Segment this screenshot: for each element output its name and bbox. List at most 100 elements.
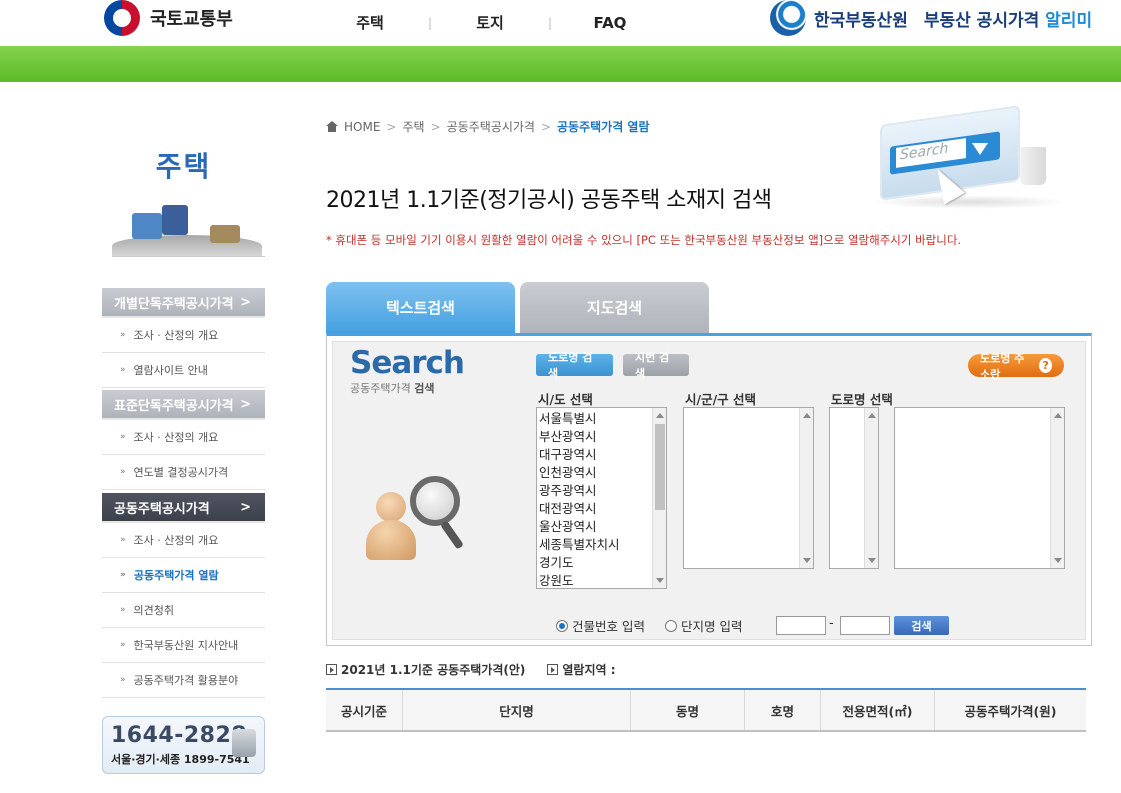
sido-label: 시/도 선택 <box>538 392 593 407</box>
scroll-down-icon[interactable] <box>868 558 876 563</box>
call-center-box: 1644-2828 서울·경기·세종 1899-7541 <box>102 716 265 774</box>
breadcrumb-home[interactable]: HOME <box>344 120 380 134</box>
nav-faq[interactable]: FAQ <box>570 14 650 32</box>
sidebar-menu-apartment: 공동주택공시가격 > » 조사 · 산정의 개요 » 공동주택가격 열람 » 의견청취… <box>102 493 265 698</box>
sidebar-item-overview[interactable]: » 조사 · 산정의 개요 <box>102 523 265 558</box>
breadcrumb-housing[interactable]: 주택 <box>402 118 424 135</box>
sido-options: 서울특별시 부산광역시 대구광역시 인천광역시 광주광역시 대전광역시 울산광역… <box>537 408 666 588</box>
table-header-row: 공시기준 단지명 동명 호명 전용면적(㎡) 공동주택가격(원) <box>326 690 1086 730</box>
chevron-right-icon: > <box>240 499 251 515</box>
sidebar-menu-standard: 표준단독주택공시가격 > » 조사 · 산정의 개요 » 연도별 결정공시가격 <box>102 390 265 490</box>
sido-option[interactable]: 경기도 <box>539 554 666 572</box>
road-label: 도로명 선택 <box>831 392 893 407</box>
result-basis-label: 2021년 1.1기준 공동주택가격(안) <box>341 663 526 677</box>
scroll-down-icon[interactable] <box>656 578 664 583</box>
sidebar-section-label: 개별단독주택공시가격 <box>114 296 234 312</box>
sido-select[interactable]: 서울특별시 부산광역시 대구광역시 인천광역시 광주광역시 대전광역시 울산광역… <box>536 407 667 589</box>
sido-option[interactable]: 대구광역시 <box>539 446 666 464</box>
radio-complex-name[interactable] <box>664 619 677 632</box>
sidebar-section-standard-house[interactable]: 표준단독주택공시가격 > <box>102 390 265 420</box>
sido-option[interactable]: 세종특별자치시 <box>539 536 666 554</box>
sidebar-item-apartment-price-view[interactable]: » 공동주택가격 열람 <box>102 558 265 593</box>
building-number-sub-input[interactable] <box>840 616 890 635</box>
dash-separator: - <box>829 616 834 631</box>
sidebar-item-label: 조사 · 산정의 개요 <box>133 431 219 444</box>
breadcrumb: HOME > 주택 > 공동주택공시가격 > 공동주택가격 열람 <box>326 118 650 135</box>
sidebar-item-opinion[interactable]: » 의견청취 <box>102 593 265 628</box>
sidebar-item-overview[interactable]: » 조사 · 산정의 개요 <box>102 318 265 353</box>
sido-option[interactable]: 울산광역시 <box>539 518 666 536</box>
scroll-up-icon[interactable] <box>868 413 876 418</box>
radio-building-number[interactable] <box>556 619 568 632</box>
column-header: 호명 <box>745 690 821 730</box>
sido-option[interactable]: 서울특별시 <box>539 410 666 428</box>
reb-emblem-icon <box>770 0 806 36</box>
search-subtitle-prefix: 공동주택가격 <box>350 382 415 395</box>
sido-option[interactable]: 인천광역시 <box>539 464 666 482</box>
site-title-accent: 알리미 <box>1045 10 1093 31</box>
road-select[interactable] <box>894 407 1065 569</box>
reb-logo[interactable]: 한국부동산원 부동산 공시가격 알리미 <box>770 0 1092 36</box>
scrollbar[interactable] <box>1050 408 1064 568</box>
road-address-guide-button[interactable]: 도로명 주소란? <box>968 352 1064 381</box>
house-icon <box>162 205 188 235</box>
scroll-down-icon[interactable] <box>1054 558 1062 563</box>
tab-map-search[interactable]: 지도검색 <box>520 282 709 333</box>
sigungu-select[interactable] <box>683 407 814 569</box>
magnifier-icon <box>410 476 460 526</box>
sido-option[interactable]: 강원도 <box>539 572 666 588</box>
sidebar-section-label: 공동주택공시가격 <box>114 501 210 517</box>
person-icon <box>376 492 406 522</box>
mobile-notice: * 휴대폰 등 모바일 기기 이용시 원활한 열람이 어려울 수 있으니 [PC… <box>326 233 962 247</box>
scrollbar[interactable] <box>799 408 813 568</box>
sido-option[interactable]: 광주광역시 <box>539 482 666 500</box>
scroll-down-icon[interactable] <box>803 558 811 563</box>
sidebar-item-label: 조사 · 산정의 개요 <box>133 329 219 342</box>
scrollbar[interactable] <box>864 408 878 568</box>
scroll-up-icon[interactable] <box>1054 413 1062 418</box>
scroll-up-icon[interactable] <box>803 413 811 418</box>
search-hero-illustration: Search <box>860 95 1090 230</box>
sidebar-item-usage[interactable]: » 공동주택가격 활용분야 <box>102 663 265 698</box>
question-icon: ? <box>1039 358 1052 373</box>
sidebar-item-overview[interactable]: » 조사 · 산정의 개요 <box>102 420 265 455</box>
scrollbar[interactable] <box>652 408 666 588</box>
sido-option[interactable]: 대전광역시 <box>539 500 666 518</box>
road-initial-select[interactable] <box>829 407 879 569</box>
column-header: 전용면적(㎡) <box>821 690 935 730</box>
sidebar-item-site-guide[interactable]: » 열람사이트 안내 <box>102 353 265 388</box>
person-magnifier-illustration <box>366 472 476 567</box>
nav-land[interactable]: 토지 <box>450 12 530 33</box>
building-number-main-input[interactable] <box>776 616 826 635</box>
radio-building-label[interactable]: 건물번호 입력 <box>572 616 645 635</box>
sidebar-section-individual-house[interactable]: 개별단독주택공시가격 > <box>102 288 265 318</box>
sidebar-item-branch-guide[interactable]: » 한국부동산원 지사안내 <box>102 628 265 663</box>
sidebar-title: 주택 <box>155 150 212 183</box>
search-button[interactable]: 검색 <box>894 616 949 635</box>
nav-housing[interactable]: 주택 <box>330 12 410 33</box>
gov-logo[interactable]: 국토교통부 <box>104 0 233 36</box>
bullet-icon: » <box>120 432 126 442</box>
top-nav: 주택 | 토지 | FAQ <box>330 12 650 33</box>
call-number: 1644-2828 <box>111 723 248 748</box>
result-info: 2021년 1.1기준 공동주택가격(안) 열람지역 : <box>326 661 616 678</box>
lot-number-search-button[interactable]: 지번 검색 <box>623 351 689 380</box>
reb-name: 한국부동산원 <box>814 10 908 31</box>
taegeuk-emblem-icon <box>104 0 140 36</box>
sidebar-item-label: 조사 · 산정의 개요 <box>133 534 219 547</box>
road-name-search-button[interactable]: 도로명 검색 <box>536 351 613 380</box>
sidebar-item-yearly-price[interactable]: » 연도별 결정공시가격 <box>102 455 265 490</box>
breadcrumb-current: 공동주택가격 열람 <box>557 120 650 134</box>
box-arrow-icon <box>547 664 559 675</box>
sido-option[interactable]: 부산광역시 <box>539 428 666 446</box>
scroll-up-icon[interactable] <box>656 413 664 418</box>
tab-text-search[interactable]: 텍스트검색 <box>326 282 515 333</box>
sidebar-item-label: 공동주택가격 활용분야 <box>133 674 239 687</box>
sidebar-item-label: 열람사이트 안내 <box>133 364 208 377</box>
bullet-icon: » <box>120 605 126 615</box>
breadcrumb-apartment[interactable]: 공동주택공시가격 <box>447 118 535 135</box>
scroll-thumb[interactable] <box>655 424 665 510</box>
sidebar-section-apartment[interactable]: 공동주택공시가격 > <box>102 493 265 523</box>
radio-complex-label[interactable]: 단지명 입력 <box>681 616 742 635</box>
search-subtitle: 공동주택가격 검색 <box>350 380 434 396</box>
